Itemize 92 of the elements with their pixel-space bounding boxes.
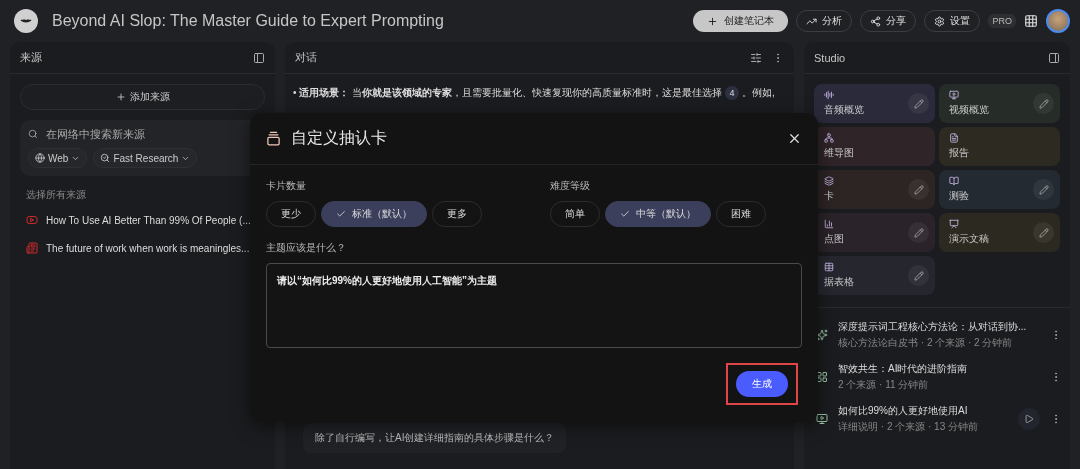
search-mode-chip[interactable]: Fast Research — [93, 148, 198, 168]
studio-tile[interactable]: 演示文稿 — [939, 213, 1060, 252]
plus-icon — [707, 15, 719, 27]
share-icon — [870, 15, 882, 27]
user-avatar[interactable] — [1046, 9, 1070, 33]
note-title[interactable]: 深度提示词工程核心方法论：从对话到协... — [838, 320, 1027, 334]
mind-map-icon — [824, 133, 834, 143]
prompt-label: 主题应该是什么？ — [266, 241, 346, 255]
add-source-button[interactable]: 添加来源 — [20, 84, 265, 110]
studio-tile[interactable]: 测验 — [939, 170, 1060, 209]
video-icon — [816, 413, 828, 425]
edit-button[interactable] — [908, 93, 929, 114]
tile-label: 演示文稿 — [949, 232, 989, 246]
edit-button[interactable] — [1033, 222, 1054, 243]
tile-label: 视频概览 — [949, 103, 989, 117]
studio-tile[interactable]: 视频概览 — [939, 84, 1060, 123]
search-sparkle-icon — [100, 153, 111, 163]
pencil-icon — [1038, 184, 1049, 195]
notebook-title: Beyond AI Slop: The Master Guide to Expert Prompting — [52, 12, 445, 30]
option-group-label: 卡片数量 — [266, 179, 306, 193]
pro-badge: PRO — [988, 14, 1016, 28]
article-icon — [26, 242, 38, 254]
document-icon — [949, 133, 959, 143]
generate-button[interactable]: 生成 — [736, 371, 788, 397]
note-title[interactable]: 智效共生：AI时代的进阶指南 — [838, 362, 968, 376]
dialog-title: 自定义抽认卡 — [291, 128, 388, 148]
audio-wave-icon — [824, 90, 834, 100]
note-meta: 核心方法论白皮书 · 2 个来源 · 2 分钟前 — [838, 336, 1013, 350]
create-notebook-button[interactable]: 创建笔记本 — [693, 10, 789, 32]
apps-grid-icon[interactable] — [1024, 14, 1038, 28]
source-title[interactable]: How To Use AI Better Than 99% Of People (... — [46, 214, 251, 226]
citation-chip[interactable]: 4 — [725, 86, 740, 100]
select-all-label[interactable]: 选择所有来源 — [10, 176, 102, 206]
tile-label: 维导图 — [824, 146, 854, 160]
settings-icon — [934, 15, 946, 27]
sparkle-icon — [816, 329, 828, 341]
table-icon — [824, 262, 834, 272]
tile-label: 据表格 — [824, 275, 854, 289]
note-meta: 详细说明 · 2 个来源 · 13 分钟前 — [838, 420, 978, 434]
slides-icon — [949, 219, 959, 229]
chart-icon — [824, 219, 834, 229]
topic-input-field[interactable]: 请以“如何比99%的人更好地使用人工智能”为主题 — [266, 263, 802, 348]
video-icon — [949, 90, 959, 100]
pencil-icon — [1038, 227, 1049, 238]
edit-button[interactable] — [908, 179, 929, 200]
edit-button[interactable] — [908, 265, 929, 286]
studio-tile[interactable]: 报告 — [939, 127, 1060, 166]
tune-icon[interactable] — [750, 51, 762, 64]
plus-icon — [115, 92, 126, 102]
tile-label: 点图 — [824, 232, 844, 246]
book-icon — [949, 176, 959, 186]
play-button[interactable] — [1018, 408, 1040, 430]
panel-toggle-icon[interactable] — [253, 51, 265, 64]
cards-icon — [266, 131, 281, 146]
note-meta: 2 个来源 · 11 分钟前 — [838, 378, 929, 392]
pencil-icon — [913, 270, 924, 281]
close-icon[interactable] — [787, 131, 802, 146]
panel-title: 来源 — [20, 50, 43, 65]
tile-label: 卡 — [824, 189, 834, 203]
source-title[interactable]: The future of work when work is meaningles... — [46, 242, 250, 254]
option-chip[interactable]: 中等（默认） — [605, 201, 711, 227]
app-logo-icon[interactable] — [14, 9, 38, 33]
suggested-question[interactable]: 除了自行编写，让AI创建详细指南的具体步骤是什么？ — [303, 423, 567, 453]
option-group-label: 难度等级 — [550, 179, 590, 193]
play-icon — [1024, 414, 1034, 424]
bullet-text: • 适用场景： 当你就是该领域的专家，且需要批量化、快速复现你的高质量标准时，这是最佳选择 — [293, 86, 723, 100]
check-icon — [336, 209, 346, 219]
panel-toggle-icon[interactable] — [1048, 51, 1060, 64]
bullet-text: 。例如, — [742, 86, 775, 100]
note-title[interactable]: 如何比99%的人更好地使用AI — [838, 404, 968, 418]
check-icon — [620, 209, 630, 219]
grid-icon — [816, 371, 828, 383]
search-icon — [28, 129, 38, 139]
panel-title: Studio — [814, 51, 847, 64]
panel-title: 对话 — [295, 50, 318, 65]
video-play-icon — [26, 214, 38, 226]
edit-button[interactable] — [1033, 93, 1054, 114]
edit-button[interactable] — [908, 222, 929, 243]
edit-button[interactable] — [1033, 179, 1054, 200]
option-chip[interactable]: 标准（默认） — [321, 201, 427, 227]
search-field[interactable]: 在网络中搜索新来源 — [46, 128, 257, 140]
globe-icon — [35, 153, 45, 163]
pencil-icon — [1038, 98, 1049, 109]
tile-label: 报告 — [949, 146, 969, 160]
tile-label: 测验 — [949, 189, 969, 203]
pencil-icon — [913, 98, 924, 109]
pencil-icon — [913, 227, 924, 238]
search-mode-chip[interactable]: Web — [28, 148, 88, 168]
cards-icon — [824, 176, 834, 186]
studio-tile[interactable]: 音频概览 — [814, 84, 935, 123]
pencil-icon — [913, 184, 924, 195]
tile-label: 音频概览 — [824, 103, 864, 117]
